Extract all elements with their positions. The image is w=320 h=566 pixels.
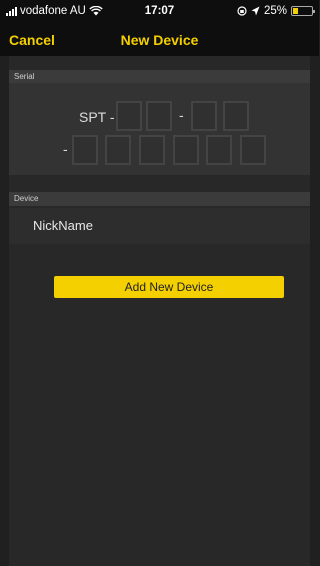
serial-digit-box[interactable] (139, 135, 165, 165)
battery-icon (291, 6, 315, 16)
device-section-header: Device (9, 192, 310, 206)
serial-digit-box[interactable] (173, 135, 199, 165)
nickname-placeholder: NickName (33, 218, 93, 233)
serial-prefix-label: SPT - (79, 109, 115, 125)
form-content: Serial SPT - - - Device NickName Add New… (9, 56, 310, 566)
serial-separator: - (179, 107, 184, 123)
serial-digit-box[interactable] (191, 101, 217, 131)
battery-percent: 25% (263, 5, 287, 17)
serial-digit-box[interactable] (72, 135, 98, 165)
status-right-group: 25% (237, 5, 315, 17)
navigation-bar: Cancel New Device (0, 24, 319, 56)
add-new-device-button[interactable]: Add New Device (54, 276, 284, 298)
serial-digit-box[interactable] (116, 101, 142, 131)
serial-digit-box[interactable] (105, 135, 131, 165)
serial-digit-box[interactable] (146, 101, 172, 131)
serial-digit-box[interactable] (206, 135, 232, 165)
status-bar: vodafone AU 17:07 25% (0, 0, 319, 24)
serial-digit-box[interactable] (240, 135, 266, 165)
serial-separator: - (63, 141, 68, 157)
nickname-field[interactable]: NickName (9, 208, 310, 244)
location-arrow-icon (251, 6, 260, 16)
serial-panel: SPT - - - (9, 83, 310, 175)
serial-section-header: Serial (9, 70, 310, 84)
page-title: New Device (120, 32, 199, 48)
serial-digit-box[interactable] (223, 101, 249, 131)
orientation-lock-icon (237, 6, 247, 16)
